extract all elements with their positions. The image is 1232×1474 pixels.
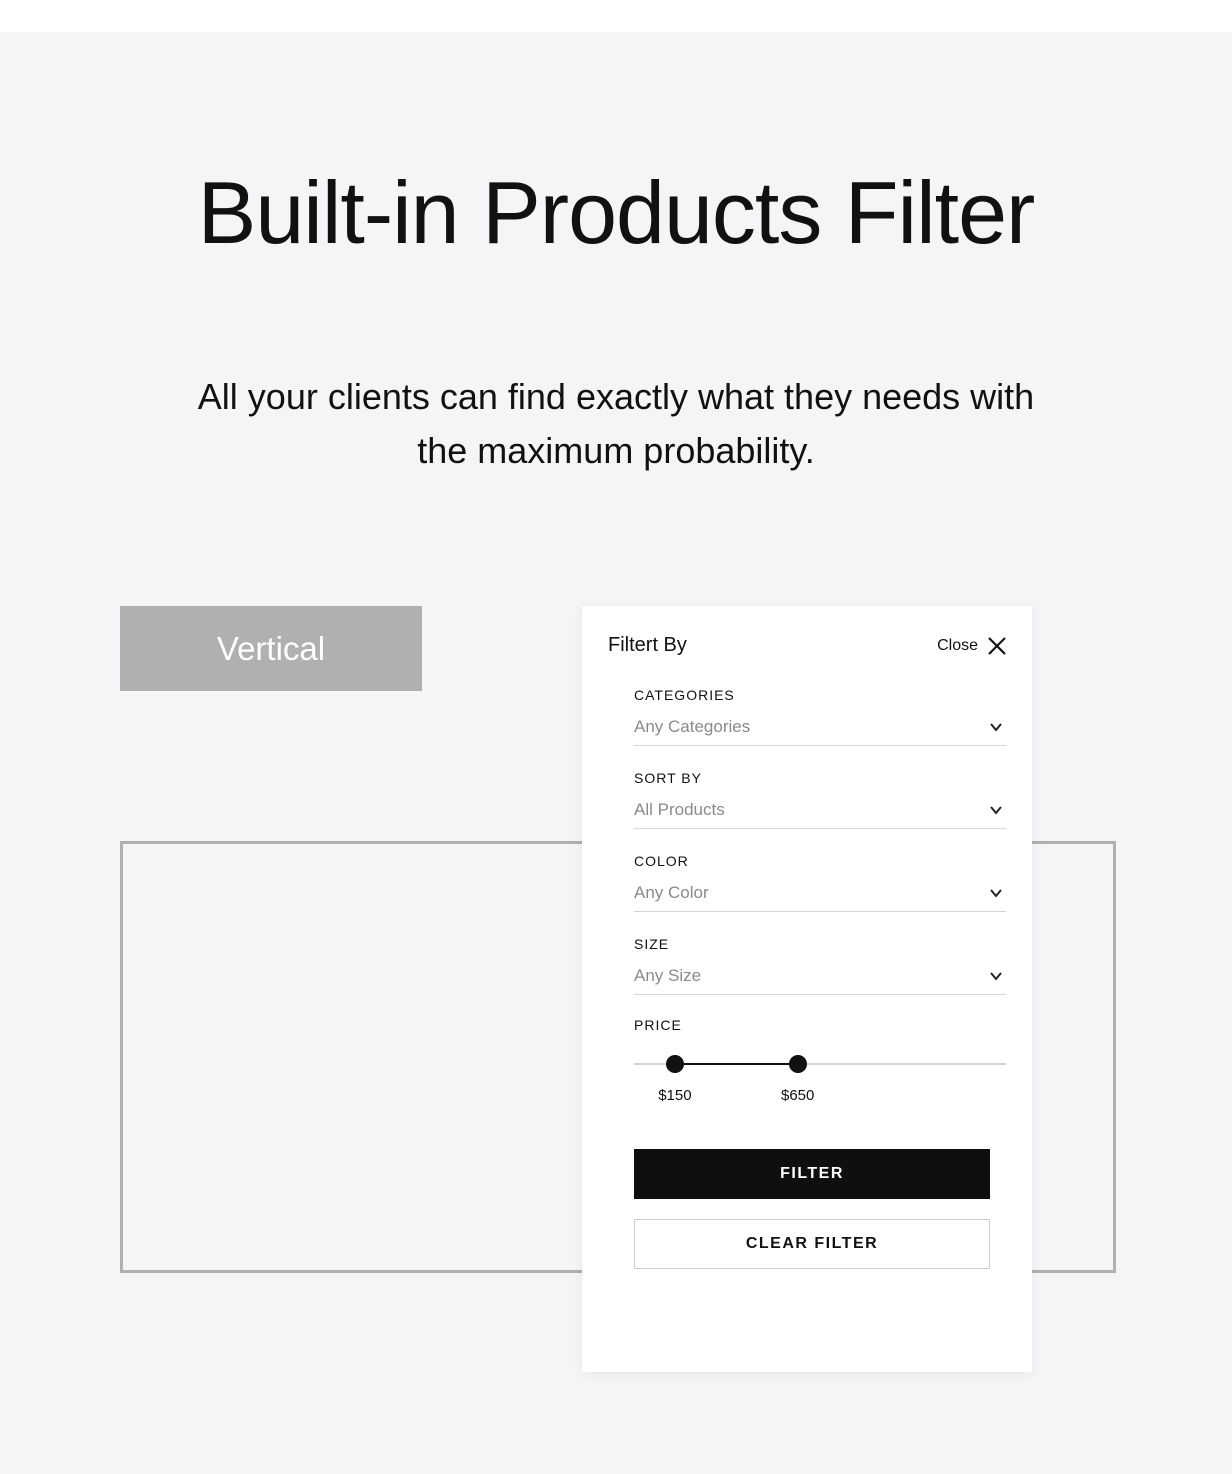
filter-panel-title: Filtert By xyxy=(608,634,687,657)
select-sort-by[interactable]: All Products xyxy=(634,800,1006,829)
tab-vertical[interactable]: Vertical xyxy=(120,606,422,691)
clear-filter-button-label: CLEAR FILTER xyxy=(746,1235,878,1253)
field-label-color: COLOR xyxy=(634,853,1006,869)
select-value-color: Any Color xyxy=(634,883,709,903)
field-label-categories: CATEGORIES xyxy=(634,687,1006,703)
price-slider[interactable] xyxy=(634,1055,1006,1073)
filter-panel-body: CATEGORIES Any Categories SORT BY All Pr… xyxy=(582,657,1032,1269)
field-categories: CATEGORIES Any Categories xyxy=(634,687,1006,746)
field-size: SIZE Any Size xyxy=(634,936,1006,995)
select-size[interactable]: Any Size xyxy=(634,966,1006,995)
select-categories[interactable]: Any Categories xyxy=(634,717,1006,746)
slider-range xyxy=(675,1063,798,1065)
page-subtitle: All your clients can find exactly what t… xyxy=(180,370,1052,478)
filter-panel-header: Filtert By Close xyxy=(582,606,1032,657)
select-value-size: Any Size xyxy=(634,966,701,986)
filter-panel: Filtert By Close CATEGORIES Any Categori… xyxy=(582,606,1032,1372)
slider-handle-max[interactable] xyxy=(789,1055,807,1073)
price-min-value: $150 xyxy=(658,1087,691,1104)
close-icon xyxy=(986,635,1008,657)
field-sort-by: SORT BY All Products xyxy=(634,770,1006,829)
field-label-sort-by: SORT BY xyxy=(634,770,1006,786)
tab-label: Vertical xyxy=(217,630,325,668)
select-color[interactable]: Any Color xyxy=(634,883,1006,912)
chevron-down-icon xyxy=(988,719,1004,735)
clear-filter-button[interactable]: CLEAR FILTER xyxy=(634,1219,990,1269)
field-price: PRICE $150 $650 xyxy=(634,1017,1006,1109)
page-title: Built-in Products Filter xyxy=(0,162,1232,264)
slider-handle-min[interactable] xyxy=(666,1055,684,1073)
close-label: Close xyxy=(937,637,978,655)
field-color: COLOR Any Color xyxy=(634,853,1006,912)
chevron-down-icon xyxy=(988,968,1004,984)
filter-button[interactable]: FILTER xyxy=(634,1149,990,1199)
filter-button-label: FILTER xyxy=(780,1165,844,1183)
select-value-categories: Any Categories xyxy=(634,717,750,737)
field-label-size: SIZE xyxy=(634,936,1006,952)
price-values: $150 $650 xyxy=(634,1087,1006,1109)
chevron-down-icon xyxy=(988,885,1004,901)
field-label-price: PRICE xyxy=(634,1017,1006,1033)
page-canvas: Built-in Products Filter All your client… xyxy=(0,32,1232,1474)
chevron-down-icon xyxy=(988,802,1004,818)
select-value-sort-by: All Products xyxy=(634,800,725,820)
close-button[interactable]: Close xyxy=(937,635,1008,657)
price-max-value: $650 xyxy=(781,1087,814,1104)
